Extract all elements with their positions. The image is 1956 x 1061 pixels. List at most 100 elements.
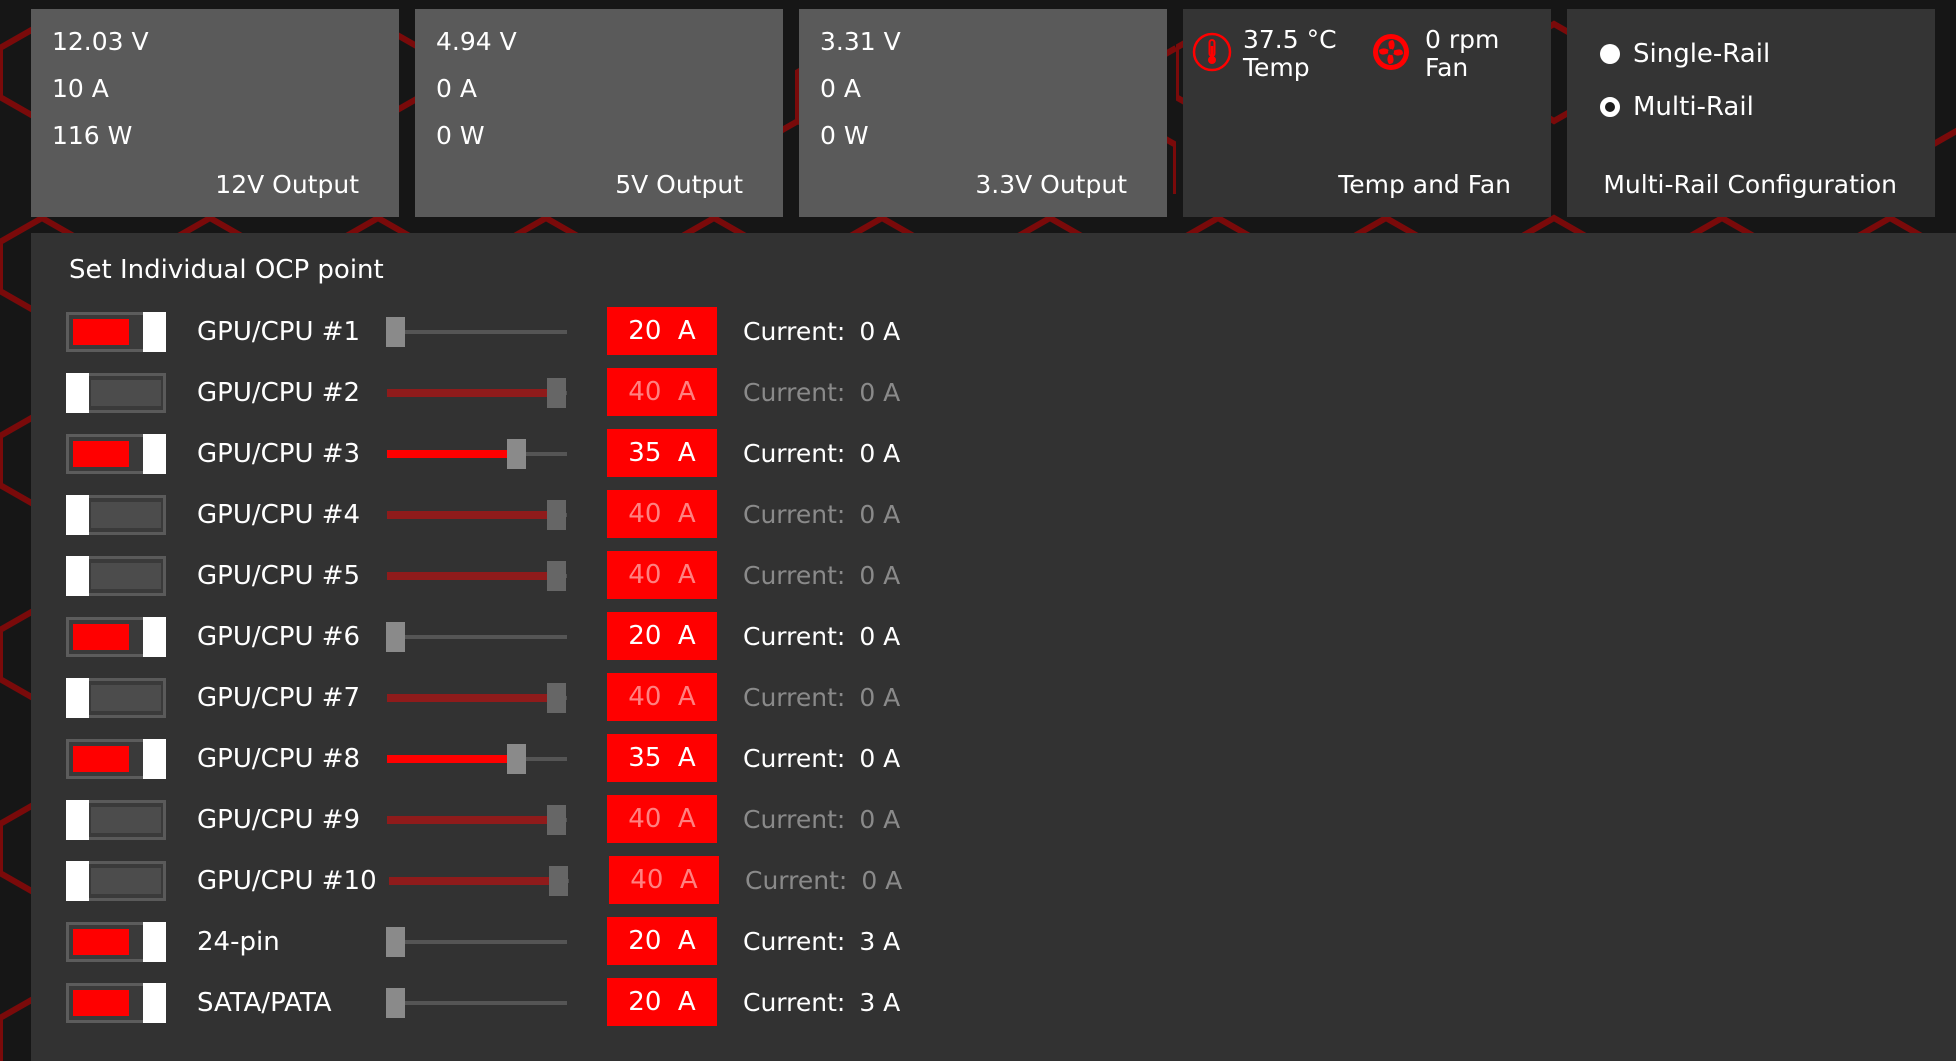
current-label: Current:	[743, 683, 846, 712]
ocp-value-box[interactable]: 35 A	[607, 429, 717, 477]
temp-fan-tile: 37.5 °C Temp 0 rpm Fan Temp and Fan	[1183, 9, 1551, 217]
current-reading: Current: 0 A	[743, 560, 900, 592]
ocp-slider[interactable]	[387, 439, 567, 469]
slider-thumb[interactable]	[547, 805, 566, 835]
rail-enable-toggle[interactable]	[66, 678, 166, 718]
ocp-value-box[interactable]: 40 A	[607, 551, 717, 599]
slider-thumb[interactable]	[386, 988, 405, 1018]
ocp-slider[interactable]	[386, 988, 567, 1018]
rail-enable-toggle[interactable]	[66, 922, 166, 962]
ocp-unit: A	[677, 926, 696, 956]
ocp-value-text: 20 A	[607, 986, 717, 1018]
toggle-fill	[73, 624, 129, 650]
toggle-knob[interactable]	[143, 617, 166, 657]
current-reading: Current: 0 A	[743, 621, 900, 653]
slider-thumb[interactable]	[549, 866, 568, 896]
toggle-knob[interactable]	[66, 495, 89, 535]
ocp-slider[interactable]	[386, 317, 567, 347]
current-value: 0 A	[859, 439, 901, 468]
ocp-unit: A	[677, 621, 696, 651]
ocp-value-box[interactable]: 20 A	[607, 917, 717, 965]
ocp-slider[interactable]	[387, 805, 567, 835]
ocp-slider[interactable]	[387, 561, 567, 591]
ocp-slider[interactable]	[387, 744, 567, 774]
ocp-value: 35	[628, 438, 662, 468]
rail-enable-toggle[interactable]	[66, 739, 166, 779]
slider-thumb[interactable]	[506, 744, 526, 774]
toggle-knob[interactable]	[143, 434, 166, 474]
current-value: 3 A	[859, 988, 901, 1017]
ocp-value-box[interactable]: 40 A	[607, 795, 717, 843]
slider-thumb[interactable]	[506, 439, 526, 469]
rail-enable-toggle[interactable]	[66, 617, 166, 657]
slider-thumb[interactable]	[547, 500, 566, 530]
ocp-slider[interactable]	[386, 622, 567, 652]
current-readout: 0 A	[820, 74, 861, 103]
toggle-knob[interactable]	[143, 922, 166, 962]
ocp-value-box[interactable]: 35 A	[607, 734, 717, 782]
ocp-slider[interactable]	[387, 378, 567, 408]
ocp-unit: A	[677, 804, 696, 834]
ocp-value-box[interactable]: 40 A	[609, 856, 719, 904]
ocp-value-box[interactable]: 40 A	[607, 368, 717, 416]
current-value: 0 A	[859, 744, 901, 773]
ocp-row: SATA/PATA 20 A Current: 3 A	[31, 978, 931, 1034]
toggle-knob[interactable]	[143, 739, 166, 779]
ocp-value: 40	[630, 865, 664, 895]
power-readout: 0 W	[436, 121, 485, 150]
ocp-value-box[interactable]: 20 A	[607, 612, 717, 660]
current-label: Current:	[743, 317, 846, 346]
slider-thumb[interactable]	[386, 317, 405, 347]
ocp-value-box[interactable]: 20 A	[607, 978, 717, 1026]
ocp-row: GPU/CPU #2 40 A Current: 0 A	[31, 368, 931, 424]
rail-enable-toggle[interactable]	[66, 312, 166, 352]
toggle-knob[interactable]	[66, 678, 89, 718]
ocp-value-box[interactable]: 40 A	[607, 490, 717, 538]
ocp-slider[interactable]	[387, 500, 567, 530]
slider-fill	[387, 816, 548, 824]
toggle-knob[interactable]	[66, 556, 89, 596]
toggle-knob[interactable]	[66, 861, 89, 901]
current-value: 0 A	[859, 561, 901, 590]
rail-enable-toggle[interactable]	[66, 495, 166, 535]
toggle-fill	[91, 502, 161, 528]
ocp-value: 40	[628, 560, 662, 590]
current-label: Current:	[745, 866, 848, 895]
ocp-value: 40	[628, 499, 662, 529]
tile-label: 3.3V Output	[975, 170, 1127, 199]
slider-thumb[interactable]	[386, 927, 405, 957]
output-tile-5v: 4.94 V 0 A 0 W 5V Output	[415, 9, 783, 217]
ocp-value-box[interactable]: 20 A	[607, 307, 717, 355]
multi-rail-label[interactable]: Multi-Rail	[1633, 91, 1754, 123]
slider-thumb[interactable]	[547, 683, 566, 713]
slider-thumb[interactable]	[386, 622, 405, 652]
slider-thumb[interactable]	[547, 378, 566, 408]
rail-name: GPU/CPU #2	[197, 378, 361, 408]
multi-rail-radio[interactable]	[1600, 97, 1620, 117]
rail-enable-toggle[interactable]	[66, 861, 166, 901]
rail-enable-toggle[interactable]	[66, 556, 166, 596]
voltage-readout: 4.94 V	[436, 27, 517, 56]
rail-enable-toggle[interactable]	[66, 434, 166, 474]
slider-fill	[387, 755, 508, 763]
ocp-slider[interactable]	[389, 866, 569, 896]
toggle-fill	[91, 868, 161, 894]
toggle-knob[interactable]	[66, 800, 89, 840]
rail-enable-toggle[interactable]	[66, 373, 166, 413]
toggle-fill	[91, 807, 161, 833]
ocp-slider[interactable]	[387, 683, 567, 713]
ocp-row: GPU/CPU #10 40 A Current: 0 A	[31, 856, 931, 912]
single-rail-radio[interactable]	[1600, 44, 1620, 64]
toggle-knob[interactable]	[143, 983, 166, 1023]
toggle-knob[interactable]	[143, 312, 166, 352]
rail-enable-toggle[interactable]	[66, 800, 166, 840]
toggle-knob[interactable]	[66, 373, 89, 413]
rail-enable-toggle[interactable]	[66, 983, 166, 1023]
slider-thumb[interactable]	[547, 561, 566, 591]
ocp-value: 40	[628, 804, 662, 834]
rail-name: GPU/CPU #1	[197, 317, 361, 347]
ocp-row: GPU/CPU #8 35 A Current: 0 A	[31, 734, 931, 790]
single-rail-label[interactable]: Single-Rail	[1633, 38, 1770, 70]
ocp-slider[interactable]	[386, 927, 567, 957]
ocp-value-box[interactable]: 40 A	[607, 673, 717, 721]
